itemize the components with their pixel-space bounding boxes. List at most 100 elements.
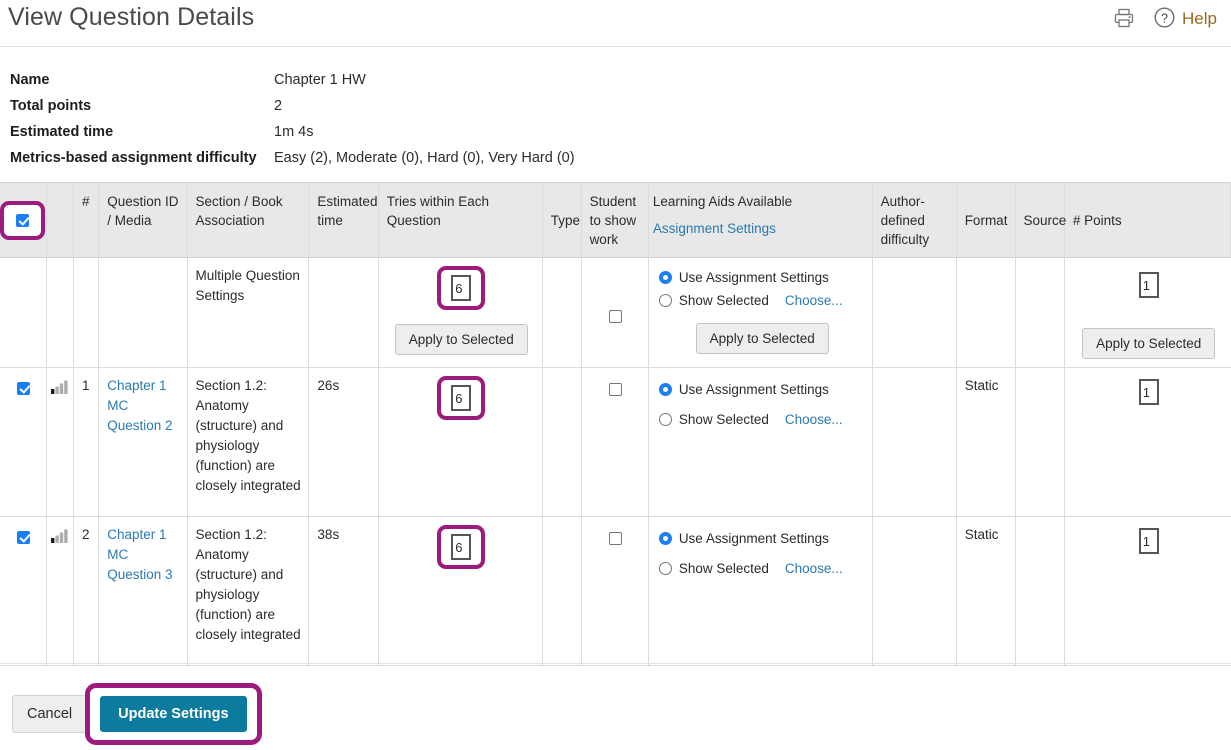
printer-icon[interactable] — [1113, 7, 1135, 32]
learning-aids-header: Learning Aids Available Assignment Setti… — [647, 182, 873, 258]
header-tools: ? Help — [1113, 6, 1217, 32]
aids-apply-to-selected-button[interactable]: Apply to Selected — [695, 323, 829, 354]
settings-number-cell — [73, 257, 100, 368]
tries-apply-to-selected-button[interactable]: Apply to Selected — [394, 324, 528, 355]
row-show-work-checkbox[interactable] — [609, 382, 623, 396]
show-work-header: Student to show work — [580, 182, 649, 258]
settings-difficulty-cell — [45, 257, 75, 368]
row-aid-show-row[interactable]: Show Selected Choose... — [658, 557, 866, 580]
row-aid-use-radio[interactable] — [658, 383, 672, 396]
summary-row-difficulty: Metrics-based assignment difficulty Easy… — [10, 150, 810, 176]
page-header: View Question Details ? Help — [0, 0, 1231, 47]
row-aid-show-row[interactable]: Show Selected Choose... — [658, 408, 866, 431]
summary-row-estimated-time: Estimated time 1m 4s — [10, 124, 810, 150]
assignment-settings-link[interactable]: Assignment Settings — [653, 221, 776, 236]
learning-aids-header-label: Learning Aids Available — [652, 194, 793, 209]
row-estimated-time-cell: 26s — [308, 367, 379, 517]
settings-aid-use-label: Use Assignment Settings — [678, 269, 829, 285]
row-aid-choose-link[interactable]: Choose... — [785, 410, 843, 430]
settings-aid-show-row[interactable]: Show Selected Choose... — [658, 289, 866, 312]
settings-aid-use-row[interactable]: Use Assignment Settings — [658, 266, 866, 289]
row-tries-input[interactable] — [451, 534, 472, 560]
update-settings-button[interactable]: Update Settings — [100, 696, 247, 732]
summary-label: Name — [10, 72, 50, 88]
question-id-link[interactable]: Chapter 1 MC Question 2 — [107, 378, 172, 433]
row-question-id-cell: Chapter 1 MC Question 2 — [98, 367, 188, 517]
summary-row-name: Name Chapter 1 HW — [10, 72, 810, 98]
row-select-checkbox[interactable] — [17, 530, 31, 544]
row-select-cell — [0, 516, 47, 666]
question-id-header: Question ID / Media — [98, 182, 188, 258]
settings-aid-use-radio[interactable] — [658, 271, 672, 284]
row-estimated-time-cell: 38s — [308, 516, 379, 666]
table-header-row: # Question ID / Media Section / Book Ass… — [0, 182, 1231, 258]
row-source-cell — [1014, 367, 1065, 517]
bar-chart-difficulty-icon — [51, 380, 68, 394]
row-tries-cell — [377, 367, 543, 517]
svg-text:?: ? — [1161, 11, 1168, 25]
row-author-difficulty-cell — [871, 367, 957, 517]
settings-aid-show-radio[interactable] — [658, 294, 672, 307]
settings-author-difficulty-cell — [871, 257, 957, 368]
row-tries-cell — [377, 516, 543, 666]
settings-source-cell — [1014, 257, 1065, 368]
row-aid-use-label: Use Assignment Settings — [678, 530, 829, 546]
row-points-cell — [1063, 367, 1231, 517]
summary-value: Easy (2), Moderate (0), Hard (0), Very H… — [274, 150, 575, 166]
row-aid-use-radio[interactable] — [658, 532, 672, 545]
settings-points-input[interactable] — [1138, 272, 1159, 298]
settings-estimated-time-cell — [308, 257, 379, 368]
help-link[interactable]: ? Help — [1153, 6, 1217, 32]
cancel-button[interactable]: Cancel — [12, 695, 88, 733]
difficulty-header — [46, 182, 75, 258]
summary-value: 2 — [274, 98, 283, 114]
row-aid-use-row[interactable]: Use Assignment Settings — [658, 378, 866, 401]
settings-tries-highlight — [437, 266, 486, 310]
tries-header: Tries within Each Question — [377, 182, 543, 258]
number-header: # — [73, 182, 100, 258]
table-row: 2 Chapter 1 MC Question 3 Section 1.2: A… — [0, 516, 1231, 666]
settings-tries-cell: Apply to Selected — [377, 257, 543, 368]
row-aid-choose-link[interactable]: Choose... — [785, 559, 843, 579]
row-difficulty-cell — [45, 367, 75, 517]
row-aid-show-label: Show Selected — [678, 411, 769, 427]
summary-label: Total points — [10, 98, 92, 114]
page-title: View Question Details — [8, 3, 255, 31]
summary-value: Chapter 1 HW — [274, 72, 366, 88]
question-circle-icon: ? — [1153, 6, 1176, 32]
row-learning-aids-cell: Use Assignment Settings Show Selected Ch… — [647, 516, 873, 666]
summary-row-total-points: Total points 2 — [10, 98, 810, 124]
row-select-checkbox[interactable] — [17, 381, 31, 395]
row-question-id-cell: Chapter 1 MC Question 3 — [98, 516, 188, 666]
points-apply-to-selected-button[interactable]: Apply to Selected — [1082, 328, 1216, 359]
multiple-question-settings-row: Multiple Question Settings Apply to Sele… — [0, 257, 1231, 368]
row-aid-use-row[interactable]: Use Assignment Settings — [658, 527, 866, 550]
row-section-cell: Section 1.2: Anatomy (structure) and phy… — [186, 516, 310, 666]
row-aid-show-radio[interactable] — [658, 413, 672, 426]
settings-show-work-checkbox[interactable] — [609, 309, 623, 323]
type-header: Type — [541, 182, 582, 258]
row-aid-show-radio[interactable] — [658, 562, 672, 575]
row-learning-aids-cell: Use Assignment Settings Show Selected Ch… — [647, 367, 873, 517]
row-format-cell: Static — [955, 367, 1016, 517]
settings-type-cell — [541, 257, 582, 368]
row-source-cell — [1014, 516, 1065, 666]
summary-label: Estimated time — [10, 124, 114, 140]
select-all-checkbox[interactable] — [16, 213, 29, 227]
row-tries-input[interactable] — [451, 385, 472, 411]
row-number-cell: 2 — [73, 516, 100, 666]
author-difficulty-header: Author-defined difficulty — [871, 182, 957, 258]
settings-tries-input[interactable] — [451, 275, 472, 301]
settings-aid-choose-link[interactable]: Choose... — [785, 291, 843, 311]
row-aid-use-label: Use Assignment Settings — [678, 381, 829, 397]
row-format-cell: Static — [955, 516, 1016, 666]
row-points-input[interactable] — [1138, 528, 1159, 554]
settings-format-cell — [955, 257, 1016, 368]
points-header: # Points — [1063, 182, 1231, 258]
row-points-cell — [1063, 516, 1231, 666]
question-id-link[interactable]: Chapter 1 MC Question 3 — [107, 527, 172, 582]
row-show-work-checkbox[interactable] — [609, 531, 623, 545]
row-points-input[interactable] — [1138, 379, 1159, 405]
row-section-cell: Section 1.2: Anatomy (structure) and phy… — [186, 367, 310, 517]
settings-show-work-cell — [580, 257, 649, 368]
